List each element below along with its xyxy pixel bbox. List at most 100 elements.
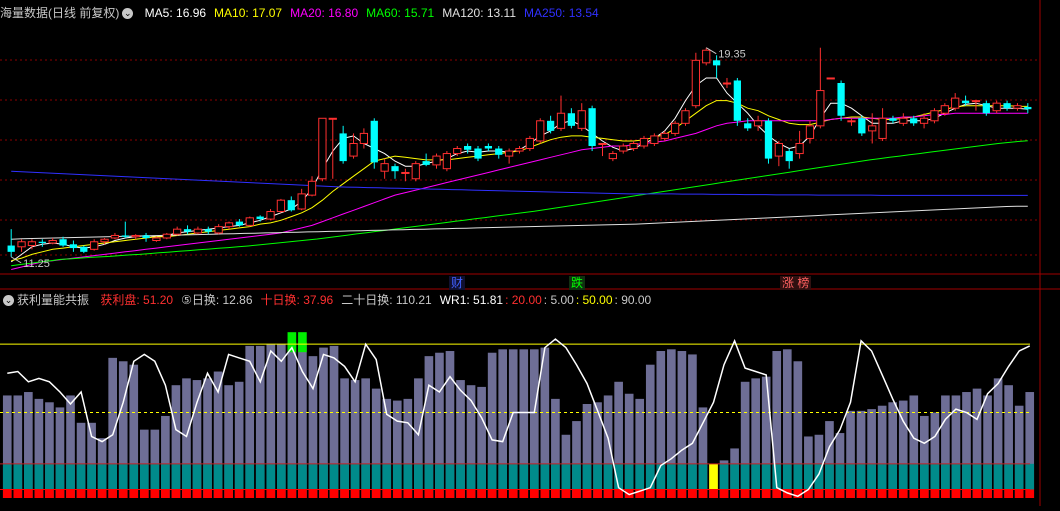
base-bar-segment [645, 489, 655, 498]
candle-body [619, 145, 628, 152]
mid-band-segment [846, 463, 855, 490]
base-bar-segment [392, 489, 402, 498]
mid-band-segment [245, 463, 255, 490]
candle-body [971, 100, 981, 103]
mid-band-segment [2, 463, 12, 490]
mid-band-segment [34, 463, 44, 490]
base-bar-segment [129, 489, 139, 498]
candle-body [464, 146, 472, 150]
mid-band-segment [993, 463, 1003, 490]
mid-band-segment [24, 463, 33, 490]
candle-body [432, 155, 441, 166]
event-marker-drop[interactable]: 跌 [569, 276, 586, 290]
candle-body [307, 180, 317, 196]
candle-body [525, 137, 535, 150]
ma-legend-item: MA60: 15.71 [366, 6, 435, 20]
candle-body [889, 118, 897, 121]
candle-body [48, 240, 57, 244]
candle-body [245, 217, 254, 226]
base-bar-segment [266, 489, 276, 498]
indicator-legend-item: : 50.00 [575, 293, 613, 307]
candle-body [391, 166, 399, 172]
candle-body [193, 228, 203, 234]
base-bar-segment [856, 489, 866, 498]
mid-band-segment [171, 463, 181, 490]
low-label: 11.25 [23, 258, 50, 270]
candle-body [515, 148, 524, 152]
mid-band-segment [909, 463, 919, 490]
mid-band-segment [319, 463, 328, 490]
event-marker-rise-list[interactable]: 涨 榜 [780, 276, 812, 290]
mid-band-segment [898, 463, 908, 490]
indicator-legend-item: : 20.00 [505, 293, 542, 307]
base-bar-segment [572, 489, 581, 498]
candle-body [660, 132, 669, 139]
hot-bar-segment [298, 332, 307, 353]
base-bar-segment [698, 489, 708, 498]
candle-body [919, 117, 929, 124]
candle-body [567, 113, 575, 126]
base-bar-segment [13, 489, 23, 498]
ma-legend-item: MA10: 17.07 [214, 6, 283, 20]
mid-band-segment [329, 463, 339, 490]
event-marker-finance[interactable]: 财 [449, 276, 466, 290]
candle-body [992, 102, 1001, 112]
mid-band-segment [835, 463, 845, 490]
candle-body [59, 239, 67, 246]
mid-band-segment [213, 463, 223, 490]
candle-body [795, 142, 804, 155]
mid-band-segment [730, 463, 739, 490]
candle-body [546, 120, 555, 131]
mid-band-segment [962, 463, 971, 490]
mid-band-segment [698, 463, 708, 490]
mid-band-segment [930, 463, 940, 490]
base-bar-segment [150, 489, 160, 498]
base-bar-segment [466, 489, 476, 498]
mid-band-segment [508, 463, 518, 490]
candle-body [536, 120, 545, 142]
candle-body [930, 110, 939, 122]
base-bar-segment [519, 489, 529, 498]
mid-band-segment [45, 463, 54, 490]
mid-band-segment [129, 463, 139, 490]
mid-band-segment [76, 463, 86, 490]
mid-band-segment [877, 463, 887, 490]
mid-band-segment [603, 463, 613, 490]
stock-name: 海量数据(日线 前复权) [0, 6, 120, 20]
base-bar-segment [909, 489, 919, 498]
candle-body [474, 148, 482, 159]
candle-body [370, 120, 378, 163]
candle-body [744, 123, 752, 129]
mid-band-segment [919, 463, 929, 490]
mid-band-segment [656, 463, 666, 490]
base-bar-segment [234, 489, 244, 498]
base-bar-segment [255, 489, 265, 498]
mid-band-segment [719, 463, 729, 490]
chevron-down-icon[interactable]: ⌄ [3, 295, 14, 307]
candle-body [484, 146, 493, 149]
base-bar-segment [719, 489, 729, 498]
base-bar-segment [972, 489, 982, 498]
base-bar-segment [456, 489, 465, 498]
mid-band-segment [255, 463, 265, 490]
ma-legend-item: MA250: 13.54 [524, 6, 599, 20]
base-bar-segment [287, 489, 297, 498]
base-bar-segment [445, 489, 455, 498]
candle-body [152, 237, 161, 241]
base-bar-segment [182, 489, 191, 498]
ma-legend-item: MA120: 13.11 [442, 6, 517, 20]
base-bar-segment [983, 489, 992, 498]
candle-body [110, 234, 120, 239]
mid-band-segment [108, 463, 118, 490]
mid-band-segment [435, 463, 444, 490]
mid-band-segment [856, 463, 866, 490]
base-bar-segment [772, 489, 782, 498]
candle-body [224, 222, 234, 228]
indicator-legend-item: ⑤日换: 12.86 [181, 293, 253, 307]
mid-band-segment [150, 463, 160, 490]
indicator-legend-item: 获利盘: 51.20 [100, 293, 174, 307]
base-bar-segment [677, 489, 687, 498]
chevron-down-icon[interactable]: ⌄ [122, 8, 134, 20]
mid-band-segment [593, 463, 602, 490]
mid-band-segment [224, 463, 233, 490]
